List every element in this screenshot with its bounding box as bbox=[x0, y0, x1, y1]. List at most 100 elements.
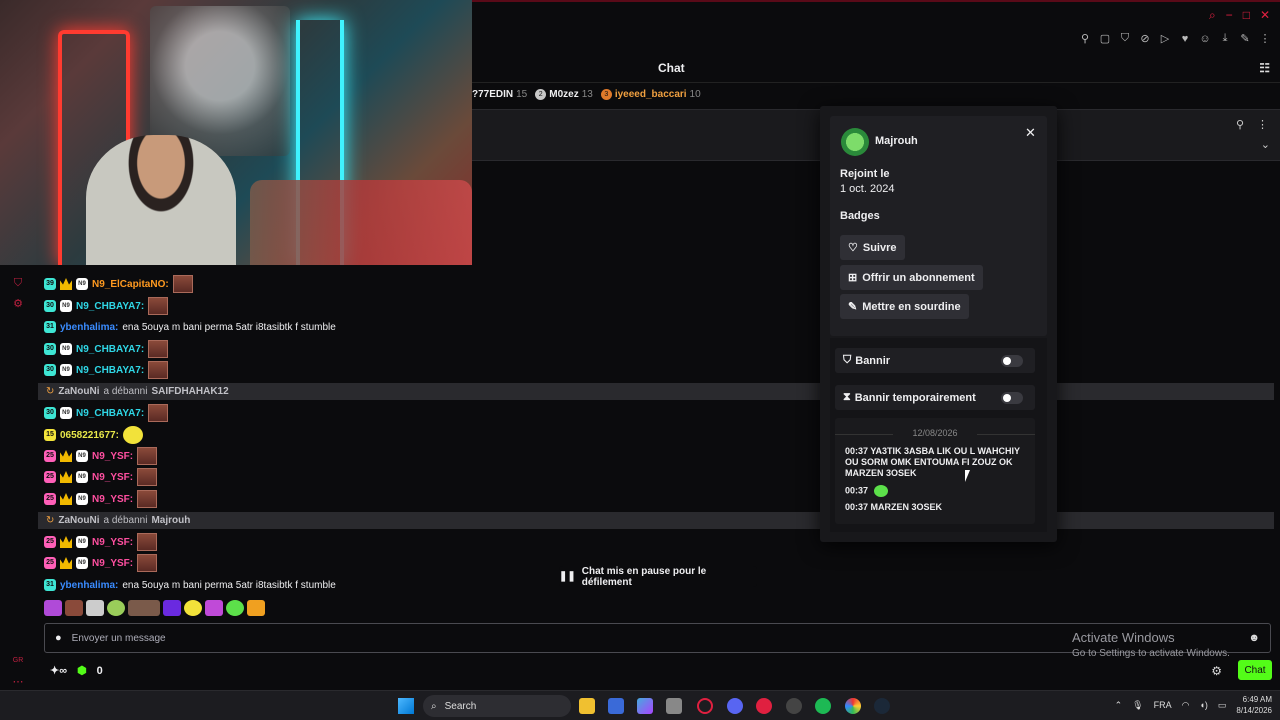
chat-message[interactable]: 25 N9 N9_YSF: bbox=[44, 489, 158, 509]
pin-icon[interactable]: ⚲ bbox=[1078, 32, 1092, 45]
pin-icon[interactable]: ⚲ bbox=[1236, 118, 1244, 131]
target-user[interactable]: SAIFDHAHAK12 bbox=[151, 386, 228, 397]
username[interactable]: N9_YSF: bbox=[92, 472, 133, 483]
taskbar-search[interactable]: ⌕ Search bbox=[423, 695, 571, 717]
wifi-icon[interactable]: ◠ bbox=[1182, 700, 1190, 711]
infinity-icon[interactable]: ✦∞ bbox=[50, 664, 67, 677]
file-explorer-icon[interactable] bbox=[579, 698, 595, 714]
username[interactable]: N9_ElCapitaNO: bbox=[92, 279, 169, 290]
block-icon[interactable]: ⊘ bbox=[1138, 32, 1152, 45]
moderator-name[interactable]: ZaNouNi bbox=[58, 515, 99, 526]
mic-icon[interactable]: 🎙 bbox=[1132, 700, 1143, 711]
ban-toggle[interactable] bbox=[1001, 355, 1023, 367]
user-icon[interactable]: ☺ bbox=[1198, 33, 1212, 45]
username[interactable]: N9_CHBAYA7: bbox=[76, 365, 144, 376]
sub-badge-icon: 30 bbox=[44, 407, 56, 419]
chat-message[interactable]: 25 N9 N9_YSF: bbox=[44, 467, 158, 487]
app-icon[interactable] bbox=[756, 698, 772, 714]
chrome-icon[interactable] bbox=[845, 698, 861, 714]
store-icon[interactable] bbox=[608, 698, 624, 714]
chat-message[interactable]: 31 ybenhalima: ena 5ouya m bani perma 5a… bbox=[44, 575, 336, 595]
chat-message[interactable]: 30 N9 N9_CHBAYA7: bbox=[44, 403, 169, 423]
menu-icon[interactable]: ⋮ bbox=[1258, 32, 1272, 45]
chat-message[interactable]: 30 N9 N9_CHBAYA7: bbox=[44, 296, 169, 316]
ai-icon[interactable]: ✎ bbox=[1238, 32, 1252, 45]
leaderboard-item[interactable]: ?77EDIN 15 bbox=[472, 89, 527, 100]
leaderboard-item[interactable]: 2 M0zez 13 bbox=[535, 89, 593, 100]
chat-header: Chat ☷ bbox=[472, 56, 1280, 80]
sub-badge-icon: 25 bbox=[44, 557, 56, 569]
message-input[interactable] bbox=[71, 632, 972, 644]
chat-message[interactable]: 25 N9 N9_YSF: bbox=[44, 446, 158, 466]
volume-icon[interactable]: ◖) bbox=[1199, 700, 1207, 710]
follow-button[interactable]: ♡ Suivre bbox=[840, 235, 905, 260]
ban-row[interactable]: ⛉ Bannir bbox=[835, 348, 1035, 373]
leaderboard-item[interactable]: 3 iyeeed_baccari 10 bbox=[600, 89, 701, 100]
dots-icon[interactable]: ⋯ bbox=[11, 675, 25, 689]
play-icon[interactable]: ▷ bbox=[1158, 32, 1172, 45]
emoji-icon[interactable]: ☻ bbox=[1248, 632, 1260, 644]
shield-icon[interactable]: ⛉ bbox=[11, 277, 25, 291]
chat-message[interactable]: 15 0658221677: bbox=[44, 425, 143, 445]
username[interactable]: N9_CHBAYA7: bbox=[76, 408, 144, 419]
close-icon[interactable]: ✕ bbox=[1025, 125, 1036, 141]
chat-message[interactable]: 25 N9 N9_YSF: bbox=[44, 553, 158, 573]
username[interactable]: N9_YSF: bbox=[92, 451, 133, 462]
close-button[interactable]: ✕ bbox=[1260, 8, 1270, 23]
username[interactable]: ybenhalima: bbox=[60, 580, 118, 591]
battery-icon[interactable]: ▭ bbox=[1218, 700, 1227, 711]
minimize-button[interactable]: − bbox=[1226, 8, 1233, 23]
windows-start-icon[interactable] bbox=[398, 698, 414, 714]
more-options-icon[interactable]: ⋮ bbox=[1257, 118, 1268, 131]
users-icon[interactable]: ☷ bbox=[1259, 61, 1270, 75]
username[interactable]: N9_YSF: bbox=[92, 537, 133, 548]
user-card-username[interactable]: Majrouh bbox=[875, 135, 918, 147]
opera-icon[interactable] bbox=[697, 698, 713, 714]
copilot-icon[interactable] bbox=[637, 698, 653, 714]
search-icon[interactable]: ⌕ bbox=[1209, 8, 1216, 23]
target-user[interactable]: Majrouh bbox=[151, 515, 190, 526]
mute-button[interactable]: ✎ Mettre en sourdine bbox=[840, 294, 969, 319]
username[interactable]: N9_YSF: bbox=[92, 558, 133, 569]
username[interactable]: 0658221677: bbox=[60, 430, 119, 441]
app-icon[interactable] bbox=[786, 698, 802, 714]
gear-icon[interactable]: ⚙ bbox=[1211, 664, 1222, 678]
popout-icon[interactable]: ▢ bbox=[1098, 32, 1112, 45]
system-tray: ⌃ 🎙 FRA ◠ ◖) ▭ 6:49 AM 8/14/2026 bbox=[1115, 694, 1272, 716]
mod-badge-icon: N9 bbox=[60, 407, 72, 419]
leaderboard-count: 10 bbox=[689, 89, 701, 100]
avatar[interactable] bbox=[841, 128, 869, 156]
heart-icon[interactable]: ♥ bbox=[1178, 33, 1192, 45]
windows-watermark: Activate Windows Go to Settings to activ… bbox=[1072, 630, 1230, 659]
language-indicator[interactable]: FRA bbox=[1154, 700, 1172, 710]
discord-icon[interactable] bbox=[727, 698, 743, 714]
download-icon[interactable]: ⤓ bbox=[1218, 32, 1232, 45]
calculator-icon[interactable] bbox=[666, 698, 682, 714]
moderator-name[interactable]: ZaNouNi bbox=[58, 386, 99, 397]
chat-message[interactable]: 30 N9 N9_CHBAYA7: bbox=[44, 360, 169, 380]
chat-message[interactable]: 30 N9 N9_CHBAYA7: bbox=[44, 339, 169, 359]
maximize-button[interactable]: □ bbox=[1243, 8, 1250, 23]
username[interactable]: N9_YSF: bbox=[92, 494, 133, 505]
shield-icon[interactable]: ⛉ bbox=[1118, 32, 1132, 45]
gear-icon[interactable]: ⚙ bbox=[11, 297, 25, 311]
send-chat-button[interactable]: Chat bbox=[1238, 660, 1272, 680]
timeout-row[interactable]: ⧗ Bannir temporairement bbox=[835, 385, 1035, 410]
gift-sub-button[interactable]: ⊞ Offrir un abonnement bbox=[840, 265, 983, 290]
steam-icon[interactable] bbox=[874, 698, 890, 714]
mod-badge-icon: N9 bbox=[76, 493, 88, 505]
clock[interactable]: 6:49 AM 8/14/2026 bbox=[1236, 694, 1272, 716]
spotify-icon[interactable] bbox=[815, 698, 831, 714]
username[interactable]: N9_CHBAYA7: bbox=[76, 344, 144, 355]
timeout-toggle[interactable] bbox=[1001, 392, 1023, 404]
chat-message[interactable]: 39 N9 N9_ElCapitaNO: bbox=[44, 274, 193, 294]
chat-paused-notice[interactable]: ❚❚ Chat mis en pause pour le défilement bbox=[559, 566, 757, 588]
chat-message[interactable]: 31 ybenhalima: ena 5ouya m bani perma 5a… bbox=[44, 317, 336, 337]
chevron-down-icon[interactable]: ⌄ bbox=[1261, 138, 1270, 151]
username[interactable]: N9_CHBAYA7: bbox=[76, 301, 144, 312]
chevron-up-icon[interactable]: ⌃ bbox=[1115, 700, 1123, 711]
webcam-overlay bbox=[0, 0, 472, 265]
search-icon: ⌕ bbox=[431, 700, 437, 712]
chat-message[interactable]: 25 N9 N9_YSF: bbox=[44, 532, 158, 552]
username[interactable]: ybenhalima: bbox=[60, 322, 118, 333]
